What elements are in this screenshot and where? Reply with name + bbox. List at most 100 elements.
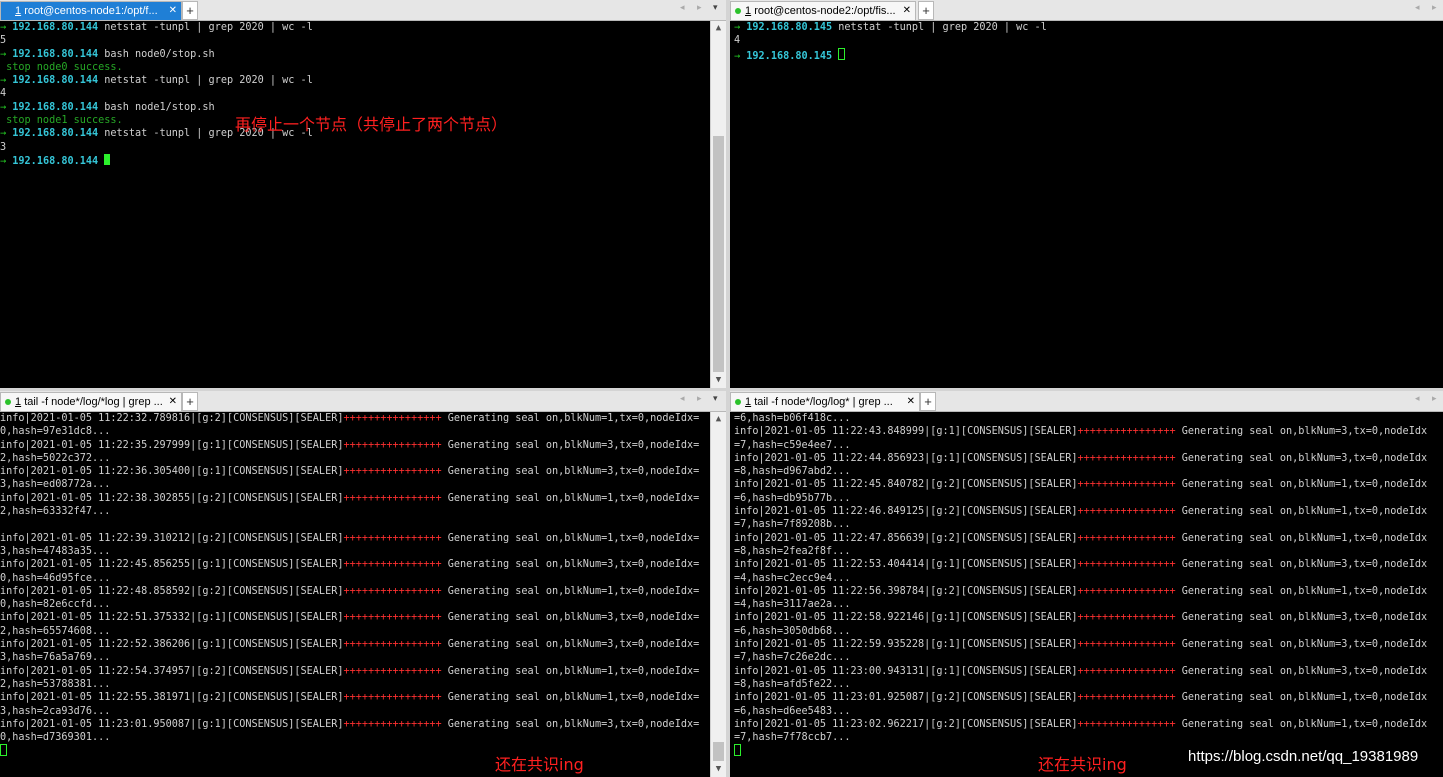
terminal-text: 2,hash=5022c372... [0, 452, 111, 464]
terminal-line: 3,hash=2ca93d76... [0, 705, 711, 718]
terminal-line: 4 [734, 34, 1443, 47]
scrollbar[interactable]: ▲ ▼ [710, 21, 726, 388]
terminal-text: info|2021-01-05 11:22:38.302855|[g:2][CO… [0, 492, 344, 504]
terminal-text: =7,hash=7f78ccb7... [734, 732, 851, 744]
terminal-line: =4,hash=c2ecc9e4... [734, 572, 1443, 585]
terminal-text: info|2021-01-05 11:22:35.297999|[g:1][CO… [0, 439, 344, 451]
close-icon[interactable]: ✕ [169, 393, 177, 411]
terminal-text: 3,hash=2ca93d76... [0, 705, 111, 717]
terminal-line: → 192.168.80.145 [734, 47, 1443, 62]
close-icon[interactable]: ✕ [169, 2, 177, 20]
scroll-down-icon[interactable]: ▼ [711, 373, 726, 388]
terminal-pane-top-right[interactable]: 1 root@centos-node2:/opt/fis... ✕ + ◂ ▸ … [730, 0, 1443, 388]
terminal-output[interactable]: info|2021-01-05 11:22:32.789816|[g:2][CO… [0, 412, 711, 777]
tab-number: 1 [745, 396, 752, 408]
terminal-line: info|2021-01-05 11:22:55.381971|[g:2][CO… [0, 691, 711, 704]
terminal-line: info|2021-01-05 11:22:47.856639|[g:2][CO… [734, 532, 1443, 545]
terminal-text: =8,hash=d967abd2... [734, 466, 851, 478]
tab-dropdown-icon[interactable]: ▾ [713, 2, 718, 13]
terminal-line: info|2021-01-05 11:22:58.922146|[g:1][CO… [734, 611, 1443, 624]
terminal-line: → 192.168.80.144 netstat -tunpl | grep 2… [0, 74, 711, 87]
prompt-arrow-icon: → [734, 22, 747, 33]
terminal-output[interactable]: → 192.168.80.145 netstat -tunpl | grep 2… [730, 21, 1443, 388]
prompt-host: 192.168.80.145 [746, 50, 833, 62]
new-tab-button[interactable]: + [918, 1, 934, 20]
status-dot-icon [735, 399, 741, 405]
terminal-text: ++++++++++++++++ [343, 639, 442, 651]
scroll-up-icon[interactable]: ▲ [711, 412, 726, 427]
tab-title: root@centos-node2:/opt/fis... [754, 5, 896, 17]
terminal-text: 0,hash=d7369301... [0, 732, 111, 744]
terminal-line: 0,hash=d7369301... [0, 731, 711, 744]
tab-title: root@centos-node1:/opt/f... [24, 5, 158, 17]
tab-title: tail -f node*/log/log* | grep ... [754, 396, 893, 408]
terminal-text: Generating seal on,blkNum=1,tx=0,nodeIdx… [441, 532, 700, 544]
terminal-text: =7,hash=c59e4ee7... [734, 439, 851, 451]
terminal-text: Generating seal on,blkNum=3,tx=0,nodeIdx… [441, 612, 700, 624]
terminal-line: =8,hash=afd5fe22... [734, 678, 1443, 691]
prompt-arrow-icon: → [0, 48, 13, 60]
terminal-line: 0,hash=46d95fce... [0, 572, 711, 585]
terminal-text: ++++++++++++++++ [343, 665, 442, 677]
tab-scroll-arrows-icon[interactable]: ◂ ▸ [1415, 2, 1442, 13]
terminal-text: info|2021-01-05 11:22:52.386206|[g:1][CO… [0, 639, 344, 651]
terminal-text: 3,hash=ed08772a... [0, 479, 111, 491]
tab-dropdown-icon[interactable]: ▾ [713, 393, 718, 404]
terminal-text: Generating seal on,blkNum=1,tx=0,nodeIdx [1175, 532, 1428, 544]
new-tab-button[interactable]: + [920, 392, 936, 411]
terminal-pane-top-left[interactable]: 1 root@centos-node1:/opt/f... ✕ + ◂ ▸ ▾ … [0, 0, 726, 388]
tab-bar: 1 root@centos-node2:/opt/fis... ✕ + ◂ ▸ [730, 0, 1443, 21]
terminal-text: info|2021-01-05 11:22:45.856255|[g:1][CO… [0, 559, 344, 571]
session-tab[interactable]: 1 root@centos-node2:/opt/fis... ✕ [730, 1, 916, 20]
terminal-text: info|2021-01-05 11:22:46.849125|[g:2][CO… [734, 506, 1078, 518]
terminal-text: Generating seal on,blkNum=1,tx=0,nodeIdx… [441, 413, 700, 424]
terminal-text: Generating seal on,blkNum=3,tx=0,nodeIdx [1175, 452, 1428, 464]
new-tab-button[interactable]: + [182, 392, 198, 411]
close-icon[interactable]: ✕ [903, 2, 911, 20]
terminal-text: Generating seal on,blkNum=1,tx=0,nodeIdx [1175, 692, 1428, 704]
scroll-up-icon[interactable]: ▲ [711, 21, 726, 36]
terminal-text: =6,hash=d6ee5483... [734, 705, 851, 717]
cursor-icon [0, 744, 7, 757]
scrollbar[interactable]: ▲ ▼ [710, 412, 726, 777]
tab-bar: 1 root@centos-node1:/opt/f... ✕ + ◂ ▸ ▾ [0, 0, 726, 21]
terminal-line: =8,hash=2fea2f8f... [734, 545, 1443, 558]
tab-scroll-arrows-icon[interactable]: ◂ ▸ [680, 393, 707, 404]
new-tab-button[interactable]: + [182, 1, 198, 20]
terminal-line: info|2021-01-05 11:22:51.375332|[g:1][CO… [0, 611, 711, 624]
terminal-text: Generating seal on,blkNum=1,tx=0,nodeIdx [1175, 506, 1428, 518]
terminal-text: Generating seal on,blkNum=3,tx=0,nodeIdx [1175, 639, 1428, 651]
terminal-text: =7,hash=7f89208b... [734, 519, 851, 531]
session-tab[interactable]: 1 tail -f node*/log/log* | grep ... ✕ [730, 392, 920, 411]
tab-number: 1 [745, 5, 752, 17]
tab-scroll-arrows-icon[interactable]: ◂ ▸ [1415, 393, 1442, 404]
terminal-text: netstat -tunpl | grep 2020 | wc -l [832, 22, 1047, 33]
terminal-text: Generating seal on,blkNum=3,tx=0,nodeIdx… [441, 439, 700, 451]
status-dot-icon [735, 8, 741, 14]
close-icon[interactable]: ✕ [907, 393, 915, 411]
tab-scroll-arrows-icon[interactable]: ◂ ▸ [680, 2, 707, 13]
session-tab[interactable]: 1 root@centos-node1:/opt/f... ✕ [0, 1, 182, 20]
terminal-text: 0,hash=97e31dc8... [0, 426, 111, 438]
scroll-thumb[interactable] [713, 742, 724, 761]
terminal-text: info|2021-01-05 11:23:00.943131|[g:1][CO… [734, 665, 1078, 677]
terminal-pane-bottom-left[interactable]: 1 tail -f node*/log/*log | grep ... ✕ + … [0, 391, 726, 777]
terminal-text: 0,hash=82e6ccfd... [0, 599, 111, 611]
terminal-line: =7,hash=c59e4ee7... [734, 439, 1443, 452]
terminal-text: ++++++++++++++++ [343, 585, 442, 597]
prompt-host: 192.168.80.144 [12, 101, 99, 113]
terminal-text: ++++++++++++++++ [1077, 585, 1176, 597]
terminal-line: 2,hash=63332f47... [0, 505, 711, 518]
prompt-host: 192.168.80.144 [12, 48, 99, 60]
terminal-text: ++++++++++++++++ [343, 532, 442, 544]
terminal-output[interactable]: =6,hash=b06f418c... info|2021-01-05 11:22… [730, 412, 1443, 777]
scroll-thumb[interactable] [713, 136, 724, 372]
tab-number: 1 [15, 5, 22, 17]
scroll-down-icon[interactable]: ▼ [711, 762, 726, 777]
terminal-output[interactable]: → 192.168.80.144 netstat -tunpl | grep 2… [0, 21, 711, 388]
terminal-text: info|2021-01-05 11:22:55.381971|[g:2][CO… [0, 692, 344, 704]
session-tab[interactable]: 1 tail -f node*/log/*log | grep ... ✕ [0, 392, 182, 411]
terminal-pane-bottom-right[interactable]: 1 tail -f node*/log/log* | grep ... ✕ + … [730, 391, 1443, 777]
terminal-line: info|2021-01-05 11:22:46.849125|[g:2][CO… [734, 505, 1443, 518]
